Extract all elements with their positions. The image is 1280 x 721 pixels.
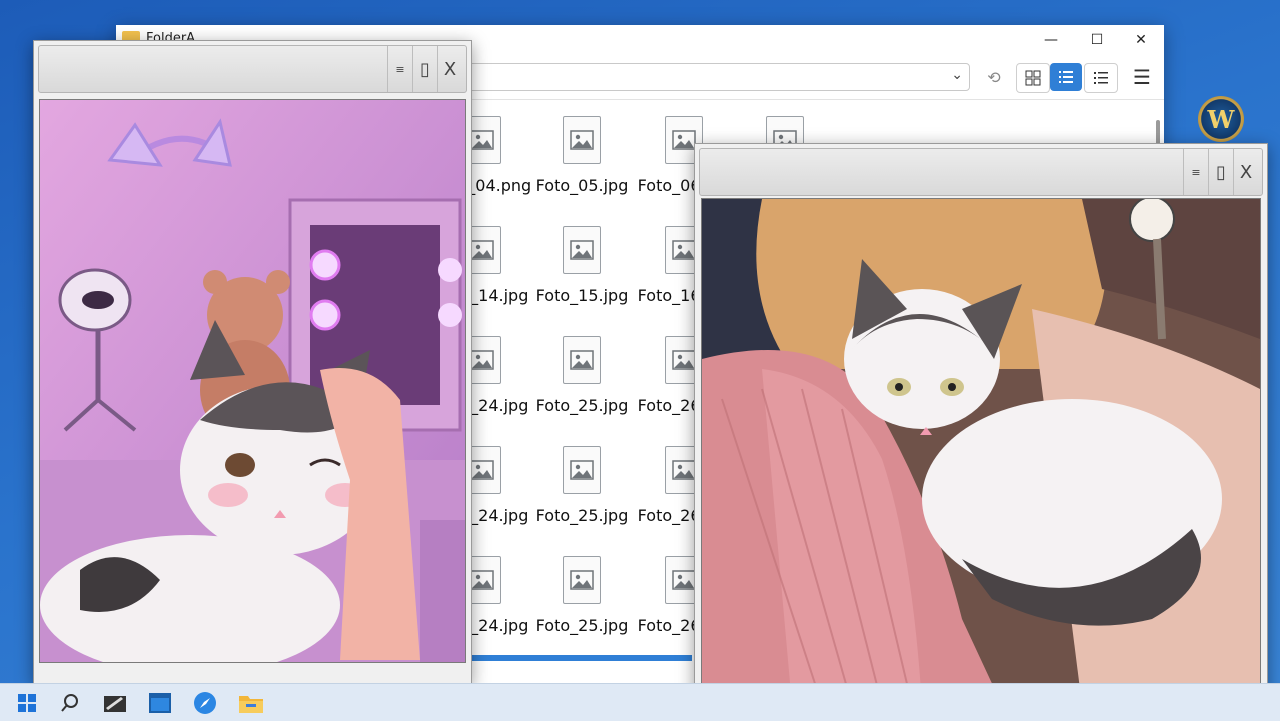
viewer-maximize-button[interactable]: ▯ [412,46,437,92]
close-button[interactable]: ✕ [1118,25,1164,55]
wow-icon-letter: W [1207,104,1235,134]
refresh-icon[interactable]: ⟲ [978,63,1010,91]
window-app-icon[interactable] [145,688,175,718]
image-file-icon [563,116,601,164]
image-viewer-right: ≡ ▯ X [694,143,1268,719]
file-item[interactable]: Foto_25.jpg [534,336,630,446]
browser-compass-icon[interactable] [190,688,220,718]
menu-icon[interactable]: ☰ [1126,63,1158,91]
image-viewer-left: ≡ ▯ X [33,40,472,684]
selection-strip [472,655,692,661]
viewer-menu-button[interactable]: ≡ [1183,149,1208,195]
list-view-icon[interactable] [1084,63,1118,93]
file-item[interactable]: Foto_25.jpg [534,446,630,556]
file-name: Foto_15.jpg [535,286,629,305]
file-item[interactable]: Foto_25.jpg [534,556,630,666]
search-icon[interactable] [55,688,85,718]
windows-start-icon[interactable] [12,688,42,718]
file-name: Foto_25.jpg [535,396,629,415]
viewer-menu-button[interactable]: ≡ [387,46,412,92]
image-file-icon [563,446,601,494]
viewer-maximize-button[interactable]: ▯ [1208,149,1233,195]
viewer-close-button[interactable]: X [437,46,462,92]
pen-tablet-icon[interactable] [100,688,130,718]
minimize-button[interactable]: — [1028,25,1074,55]
file-explorer-icon[interactable] [236,688,266,718]
image-file-icon [563,556,601,604]
cat-photo-left [39,99,466,663]
file-item[interactable]: Foto_15.jpg [534,226,630,336]
image-file-icon [563,336,601,384]
cat-photo-right [701,198,1261,706]
image-file-icon [563,226,601,274]
file-name: Foto_25.jpg [535,616,629,635]
viewer-titlebar[interactable]: ≡ ▯ X [699,148,1263,196]
file-name: Foto_05.jpg [535,176,629,195]
maximize-button[interactable]: ☐ [1074,25,1120,55]
file-item[interactable]: Foto_05.jpg [534,116,630,226]
wow-desktop-icon[interactable]: W [1198,96,1244,142]
chevron-down-icon[interactable]: ⌄ [951,67,963,83]
viewer-close-button[interactable]: X [1233,149,1258,195]
grid-view-icon[interactable] [1016,63,1050,93]
viewer-titlebar[interactable]: ≡ ▯ X [38,45,467,93]
details-view-icon[interactable] [1050,63,1082,91]
taskbar [0,683,1280,721]
file-name: Foto_25.jpg [535,506,629,525]
